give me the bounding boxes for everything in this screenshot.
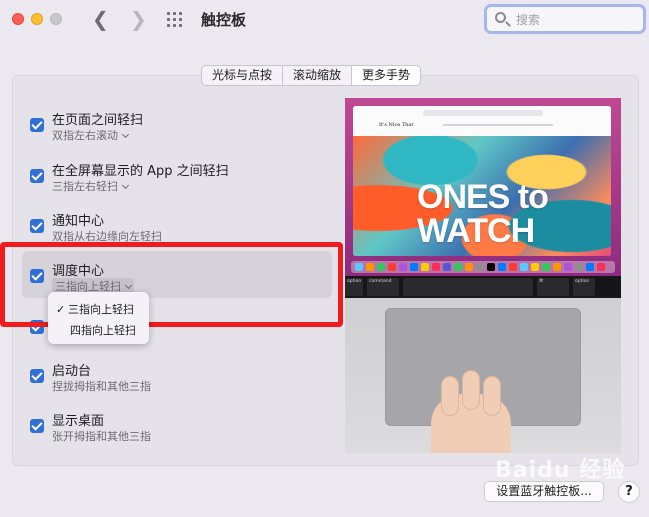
key-option-right: option — [573, 278, 595, 296]
setup-bluetooth-trackpad-button[interactable]: 设置蓝牙触控板... — [484, 481, 604, 502]
option-subtitle: 双指左右滚动 — [52, 129, 118, 142]
help-button[interactable]: ? — [618, 481, 640, 503]
back-chevron-icon[interactable]: ❮ — [92, 8, 109, 30]
option-subtitle: 捏拢拇指和其他三指 — [52, 380, 151, 393]
option-title: 启动台 — [52, 364, 92, 379]
search-icon — [495, 12, 506, 23]
address-bar — [423, 110, 543, 116]
option-subtitle: 张开拇指和其他三指 — [52, 430, 151, 443]
option-title: 显示桌面 — [52, 414, 105, 429]
show-all-grid-icon[interactable] — [167, 12, 185, 28]
window-title: 触控板 — [201, 11, 247, 29]
checkbox-launchpad[interactable] — [30, 369, 44, 383]
browser-window: It's Nice That ONES to WATCH — [353, 106, 611, 256]
laptop-deck — [345, 298, 621, 453]
checkbox-show-desktop[interactable] — [30, 419, 44, 433]
site-name: It's Nice That — [379, 122, 414, 128]
option-subtitle-popup[interactable]: 三指左右轻扫 — [52, 178, 130, 194]
option-title: 在页面之间轻扫 — [52, 113, 144, 128]
search-field[interactable]: 搜索 — [484, 4, 646, 34]
finger — [483, 376, 501, 416]
dropdown-item-label: 三指向上轻扫 — [68, 303, 134, 316]
keyboard: option command ⌘ option — [345, 276, 621, 298]
dropdown-item-four-finger[interactable]: 四指向上轻扫 — [70, 322, 136, 338]
browser-toolbar: It's Nice That — [353, 106, 611, 136]
tab-point-click[interactable]: 光标与点按 — [202, 66, 284, 85]
watermark: Baidu 经验 — [495, 458, 626, 483]
dock — [351, 261, 615, 273]
key-space — [403, 278, 533, 296]
forward-chevron-icon[interactable]: ❯ — [130, 8, 147, 30]
key-command: command — [367, 278, 399, 296]
zoom-button[interactable] — [50, 13, 62, 25]
search-placeholder: 搜索 — [516, 13, 541, 27]
tab-more-gestures[interactable]: 更多手势 — [352, 66, 421, 85]
gesture-dropdown-menu: ✓ 三指向上轻扫 四指向上轻扫 — [48, 292, 149, 344]
checkmark-icon: ✓ — [56, 303, 66, 316]
checkbox-notification-center[interactable] — [30, 219, 44, 233]
tab-bar: 光标与点按 滚动缩放 更多手势 — [201, 65, 422, 86]
close-button[interactable] — [12, 13, 24, 25]
gesture-preview-image: It's Nice That ONES to WATCH option comm… — [345, 98, 621, 453]
hero-headline: ONES to WATCH — [417, 178, 549, 250]
site-nav — [443, 124, 553, 126]
checkbox-swipe-pages[interactable] — [30, 118, 44, 132]
title-bar: ❮ ❯ 触控板 搜索 — [0, 0, 649, 40]
chevron-down-icon — [121, 181, 130, 190]
tab-scroll-zoom[interactable]: 滚动缩放 — [283, 66, 353, 85]
option-title: 通知中心 — [52, 214, 105, 229]
key-option: option — [345, 278, 363, 296]
dropdown-item-three-finger[interactable]: ✓ 三指向上轻扫 — [56, 301, 134, 317]
key-command-symbol: ⌘ — [537, 278, 569, 296]
chevron-down-icon — [121, 130, 130, 139]
option-subtitle: 三指左右轻扫 — [52, 180, 118, 193]
option-title: 在全屏幕显示的 App 之间轻扫 — [52, 164, 229, 179]
checkbox-swipe-apps[interactable] — [30, 169, 44, 183]
finger — [462, 370, 480, 410]
finger — [441, 376, 459, 416]
option-subtitle-popup[interactable]: 双指左右滚动 — [52, 127, 130, 143]
laptop-screen: It's Nice That ONES to WATCH — [345, 98, 621, 276]
hero-artwork: ONES to WATCH — [353, 136, 611, 256]
minimize-button[interactable] — [31, 13, 43, 25]
